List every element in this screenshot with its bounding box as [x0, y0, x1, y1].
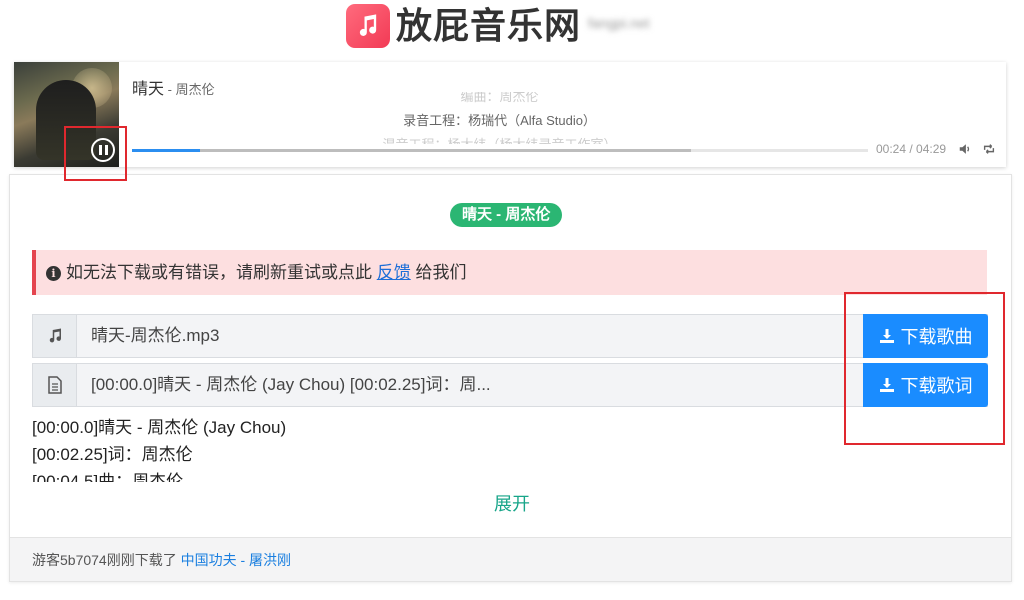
song-file-field[interactable]: 晴天-周杰伦.mp3 — [91, 315, 219, 357]
lyrics-text: [00:00.0]晴天 - 周杰伦 (Jay Chou) [00:02.25]词… — [32, 414, 732, 482]
document-icon — [33, 364, 77, 406]
progress-bar[interactable] — [132, 149, 868, 152]
lyric-preview-field[interactable]: [00:00.0]晴天 - 周杰伦 (Jay Chou) [00:02.25]词… — [91, 364, 491, 406]
recent-download-footer: 游客5b7074刚刚下载了 中国功夫 - 屠洪刚 — [10, 537, 1011, 581]
download-icon — [879, 329, 894, 343]
lyric-prev-line: 编曲：周杰伦 — [460, 92, 539, 104]
lyric-line: [00:02.25]词：周杰伦 — [32, 445, 193, 464]
alert-suffix: 给我们 — [410, 263, 467, 282]
expand-lyrics-link[interactable]: 展开 — [0, 490, 1024, 516]
site-domain: fangpi.net — [588, 15, 650, 31]
info-icon: i — [46, 266, 61, 281]
progress-played — [132, 149, 200, 152]
site-header: 放屁音乐网 fangpi.net — [0, 0, 1024, 55]
music-file-icon — [33, 315, 77, 357]
audio-player: 晴天 - 周杰伦 编曲：周杰伦 录音工程：杨瑞代（Alfa Studio） 混音… — [14, 62, 1006, 167]
alert-text: 如无法下载或有错误，请刷新重试或点此 — [66, 263, 377, 282]
volume-icon[interactable] — [958, 142, 972, 156]
site-logo-text[interactable]: 放屁音乐网 — [396, 3, 581, 49]
song-file-row: 晴天-周杰伦.mp3 — [32, 314, 988, 358]
download-icon — [879, 378, 894, 392]
error-alert: i 如无法下载或有错误，请刷新重试或点此 反馈 给我们 — [32, 250, 987, 295]
download-lyric-label: 下载歌词 — [900, 376, 973, 396]
download-song-button[interactable]: 下载歌曲 — [863, 314, 988, 358]
loop-icon[interactable] — [982, 142, 996, 156]
download-song-label: 下载歌曲 — [900, 327, 973, 347]
lyric-current-line: 录音工程：杨瑞代（Alfa Studio） — [403, 113, 596, 128]
recent-song-link[interactable]: 中国功夫 - 屠洪刚 — [181, 552, 291, 568]
feedback-link[interactable]: 反馈 — [377, 263, 411, 282]
lyric-line: [00:04.5]曲：周杰伦 — [32, 472, 184, 482]
lyric-line: [00:00.0]晴天 - 周杰伦 (Jay Chou) — [32, 418, 287, 437]
music-note-icon[interactable] — [346, 4, 390, 48]
lyric-file-row: [00:00.0]晴天 - 周杰伦 (Jay Chou) [00:02.25]词… — [32, 363, 988, 407]
progress-buffer — [132, 149, 692, 152]
play-time: 00:24 / 04:29 — [876, 142, 947, 156]
download-lyric-button[interactable]: 下载歌词 — [863, 363, 988, 407]
song-badge: 晴天 - 周杰伦 — [450, 203, 563, 227]
album-cover — [14, 62, 119, 167]
lyric-next-line: 混音工程：杨大纬（杨大纬录音工作室） — [132, 134, 867, 144]
footer-prefix: 游客5b7074刚刚下载了 — [32, 552, 181, 568]
pause-icon[interactable] — [91, 138, 115, 162]
